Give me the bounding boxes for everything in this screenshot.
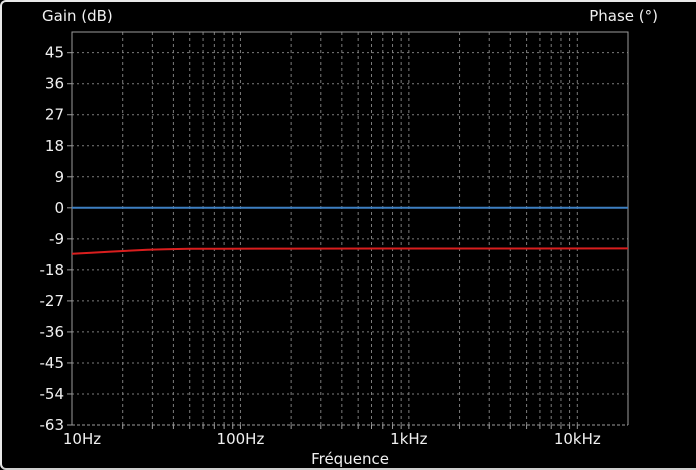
y-tick-label: 36 xyxy=(45,75,64,93)
y-tick-label: -36 xyxy=(40,323,65,341)
y-tick-label: -45 xyxy=(40,354,65,372)
y-tick-label: -54 xyxy=(40,385,65,403)
y-tick-label: -9 xyxy=(49,230,64,248)
y-tick-label: -27 xyxy=(40,292,65,310)
filter-response-window: Gain (dB) Phase (°) Fréquence 4536271890… xyxy=(0,0,696,470)
y-tick-label: 0 xyxy=(54,199,64,217)
x-tick-label: 1kHz xyxy=(390,430,428,448)
y-tick-label: 45 xyxy=(45,44,64,62)
y-tick-label: 18 xyxy=(45,137,64,155)
y-tick-label: 27 xyxy=(45,106,64,124)
y-tick-label: -63 xyxy=(40,416,65,434)
y-tick-label: -18 xyxy=(40,261,65,279)
bode-plot: 45 36 27 18 9 0 -9 -18 -27 -36 -45 -54 -6310Hz 100Hz 1… xyxy=(2,2,696,470)
plot-border xyxy=(72,32,628,425)
y-tick-label: 9 xyxy=(54,168,64,186)
gain-curve xyxy=(72,248,628,253)
x-tick-label: 10Hz xyxy=(63,430,101,448)
x-tick-label: 100Hz xyxy=(217,430,265,448)
x-tick-label: 10kHz xyxy=(554,430,601,448)
